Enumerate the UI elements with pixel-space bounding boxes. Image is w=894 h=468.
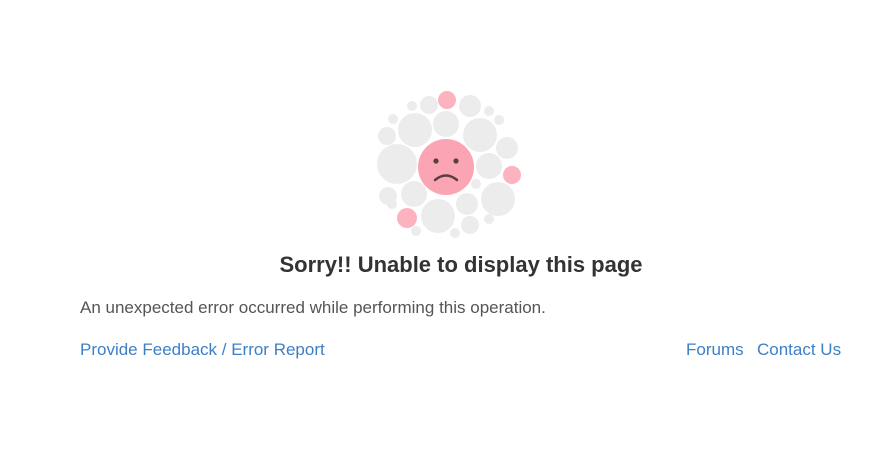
page-title: Sorry!! Unable to display this page [279, 252, 643, 277]
forums-link[interactable]: Forums [686, 340, 744, 360]
contact-us-link[interactable]: Contact Us [757, 340, 841, 360]
sad-face-bubbles-icon [372, 88, 524, 240]
error-page: Sorry!! Unable to display this page An u… [0, 0, 894, 468]
provide-feedback-link[interactable]: Provide Feedback / Error Report [80, 340, 325, 360]
error-message: An unexpected error occurred while perfo… [80, 298, 546, 317]
